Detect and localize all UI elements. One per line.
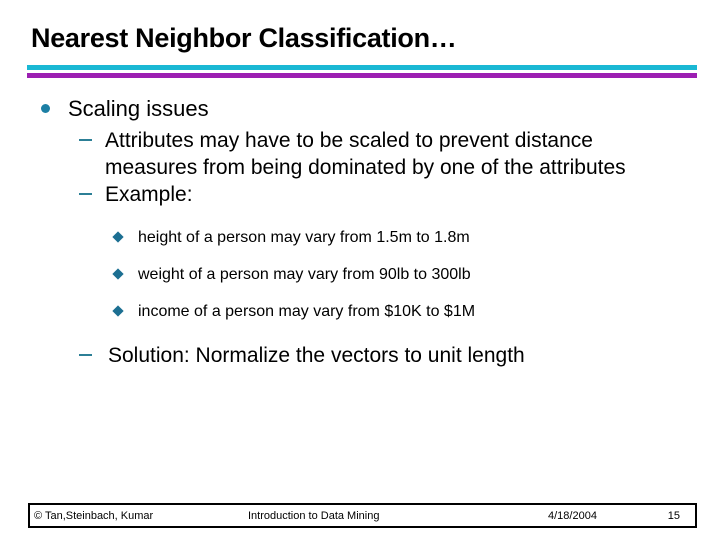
cyan-divider-rule — [27, 65, 697, 70]
bullet-level3-label: height of a person may vary from 1.5m to… — [138, 229, 470, 246]
footer-date: 4/18/2004 — [548, 510, 597, 522]
footer-copyright: © Tan,Steinbach, Kumar — [34, 510, 154, 522]
bullet-level3-label: income of a person may vary from $10K to… — [138, 303, 476, 320]
slide-body: Scaling issues Attributes may have to be… — [0, 94, 720, 369]
en-dash-bullet-icon — [79, 354, 92, 356]
bullet-level3-group: height of a person may vary from 1.5m to… — [0, 227, 720, 322]
page-title: Nearest Neighbor Classification… — [31, 23, 457, 53]
bullet-level1-label: Scaling issues — [68, 96, 209, 121]
footer-book-title: Introduction to Data Mining — [248, 510, 380, 522]
list-item: weight of a person may vary from 90lb to… — [0, 264, 720, 285]
filled-circle-bullet-icon — [41, 104, 50, 113]
footer-page-number: 15 — [667, 510, 680, 522]
en-dash-bullet-icon — [79, 139, 92, 141]
en-dash-bullet-icon — [79, 193, 92, 195]
bullet-level1-scaling-issues: Scaling issues — [0, 94, 720, 123]
list-item: income of a person may vary from $10K to… — [0, 301, 720, 322]
bullet-level2-label: Solution: Normalize the vectors to unit … — [108, 344, 525, 367]
diamond-bullet-icon — [112, 305, 124, 317]
bullet-level3-label: weight of a person may vary from 90lb to… — [138, 266, 471, 283]
bullet-level2-example: Example: — [0, 181, 720, 208]
slide-footer: © Tan,Steinbach, Kumar Introduction to D… — [28, 503, 697, 528]
bullet-level2-label: Attributes may have to be scaled to prev… — [105, 129, 626, 179]
slide-canvas: Nearest Neighbor Classification… Scaling… — [0, 0, 720, 540]
purple-divider-rule — [27, 73, 697, 78]
diamond-bullet-icon — [112, 231, 124, 243]
bullet-level2-solution: Solution: Normalize the vectors to unit … — [0, 342, 720, 369]
list-item: height of a person may vary from 1.5m to… — [0, 227, 720, 248]
diamond-bullet-icon — [112, 268, 124, 280]
bullet-level2-label: Example: — [105, 183, 193, 206]
bullet-level2-attributes: Attributes may have to be scaled to prev… — [0, 127, 720, 181]
